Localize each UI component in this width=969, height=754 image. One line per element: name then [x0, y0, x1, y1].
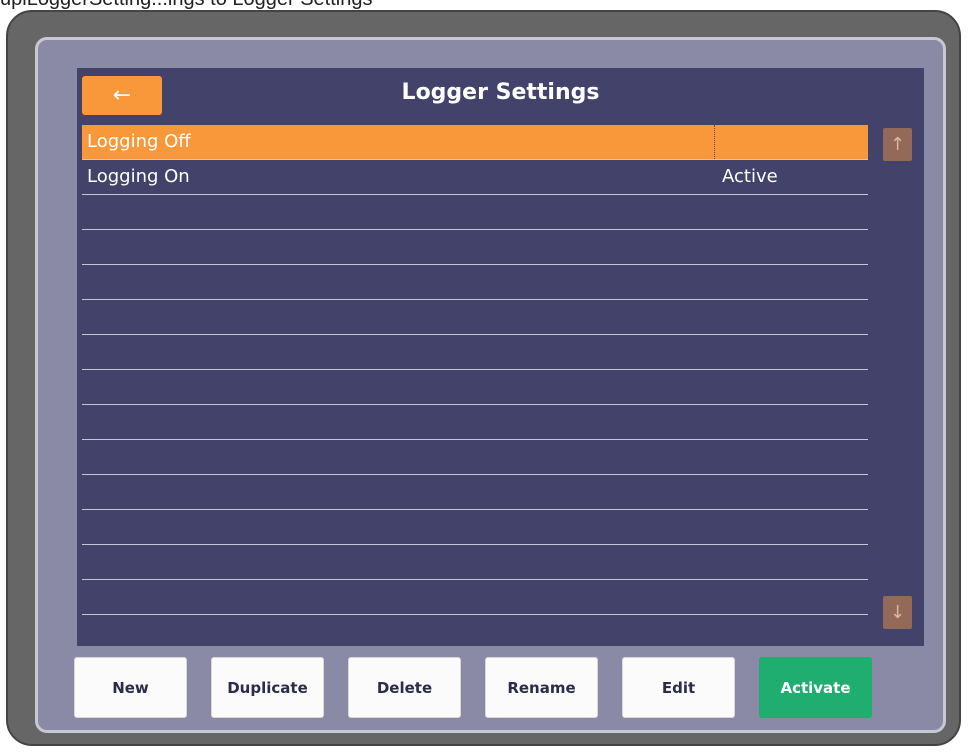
list-item[interactable] [82, 440, 868, 475]
list-item[interactable]: Logging On Active [82, 160, 868, 195]
list-item[interactable] [82, 475, 868, 510]
settings-list: Logging Off Logging On Active [82, 125, 868, 625]
edit-button[interactable]: Edit [622, 657, 735, 718]
screen-frame: ← Logger Settings Logging Off Logging On… [35, 37, 946, 733]
list-item[interactable] [82, 510, 868, 545]
list-item[interactable] [82, 335, 868, 370]
arrow-up-icon: ↑ [889, 134, 906, 155]
list-item-name: Logging On [87, 166, 190, 187]
duplicate-button[interactable]: Duplicate [211, 657, 324, 718]
list-item[interactable] [82, 265, 868, 300]
device-bezel: ← Logger Settings Logging Off Logging On… [6, 10, 961, 746]
rename-button[interactable]: Rename [485, 657, 598, 718]
activate-button[interactable]: Activate [759, 657, 872, 718]
scroll-down-button[interactable]: ↓ [883, 596, 912, 629]
arrow-down-icon: ↓ [889, 602, 906, 623]
scroll-up-button[interactable]: ↑ [883, 128, 912, 161]
settings-panel: ← Logger Settings Logging Off Logging On… [77, 68, 924, 646]
list-item[interactable] [82, 230, 868, 265]
list-item[interactable]: Logging Off [82, 125, 868, 160]
list-item[interactable] [82, 195, 868, 230]
list-item[interactable] [82, 370, 868, 405]
page-title: Logger Settings [401, 80, 600, 105]
list-item[interactable] [82, 580, 868, 615]
list-item[interactable] [82, 545, 868, 580]
list-item-status: Active [722, 166, 778, 187]
column-divider [714, 125, 715, 159]
delete-button[interactable]: Delete [348, 657, 461, 718]
new-button[interactable]: New [74, 657, 187, 718]
list-item-name: Logging Off [87, 131, 191, 152]
list-item[interactable] [82, 405, 868, 440]
list-item[interactable] [82, 300, 868, 335]
